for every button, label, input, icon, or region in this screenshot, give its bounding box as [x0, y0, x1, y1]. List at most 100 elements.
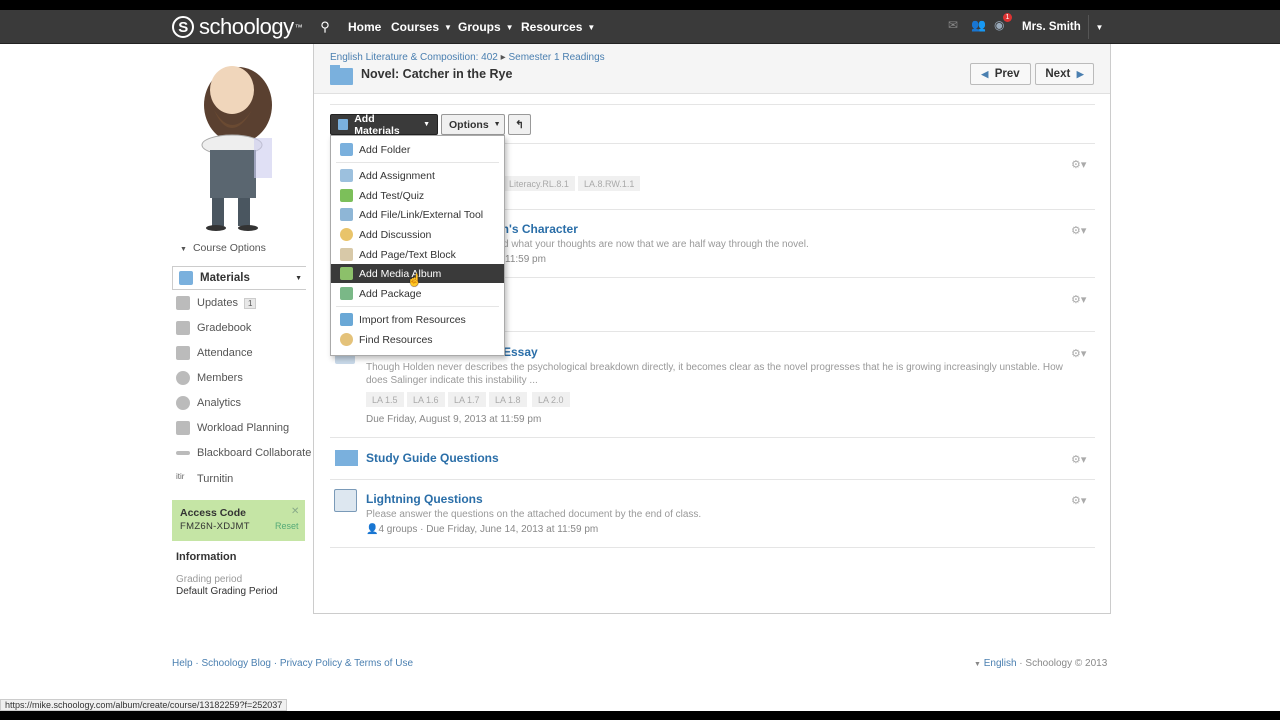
- next-label: Next: [1045, 68, 1071, 80]
- nav-courses[interactable]: Courses ▼: [391, 10, 452, 44]
- sidebar-item-materials[interactable]: Materials ▼: [172, 266, 306, 290]
- attendance-icon: [176, 346, 190, 360]
- sidebar-item-label: Attendance: [197, 347, 253, 359]
- sidebar-item-workload-planning[interactable]: Workload Planning: [176, 420, 311, 436]
- menu-item-add-discussion[interactable]: Add Discussion: [331, 225, 504, 244]
- standard-tag: LA 2.0: [532, 392, 570, 407]
- file-link-icon: [340, 208, 353, 221]
- workload-planning-icon: [176, 421, 190, 435]
- breadcrumb-folder-link[interactable]: Semester 1 Readings: [508, 52, 604, 63]
- search-icon[interactable]: ⚲: [313, 10, 337, 44]
- arrow-left-icon: ◀: [981, 68, 989, 79]
- sidebar-item-turnitin[interactable]: itir Turnitin: [176, 471, 311, 487]
- menu-item-label: Add Assignment: [359, 169, 435, 182]
- item-title[interactable]: Lightning Questions: [366, 492, 483, 506]
- menu-item-add-file-link[interactable]: Add File/Link/External Tool: [331, 205, 504, 224]
- item-due-date: · Due Friday, June 14, 2013 at 11:59 pm: [417, 524, 599, 535]
- notification-badge: 1: [1003, 13, 1012, 22]
- discussion-icon: [340, 228, 353, 241]
- logo-text: schoology: [199, 14, 294, 39]
- language-selector[interactable]: English: [984, 658, 1017, 669]
- groups-icon: 👤: [366, 524, 379, 535]
- arrow-right-icon: ▶: [1076, 68, 1084, 79]
- item-title[interactable]: en's Character: [495, 222, 578, 236]
- breadcrumb-course-link[interactable]: English Literature & Composition: 402: [330, 52, 498, 63]
- folder-icon: [330, 65, 353, 85]
- divider: [330, 437, 1095, 438]
- user-menu-chevron-icon[interactable]: ▼: [1088, 15, 1110, 39]
- gear-icon[interactable]: ⚙▾: [1071, 293, 1086, 306]
- messages-icon[interactable]: ✉: [948, 18, 958, 32]
- access-code-title: Access Code: [180, 507, 246, 519]
- sidebar-item-label: Analytics: [197, 397, 242, 409]
- standard-tag: LA 1.8: [489, 392, 527, 407]
- sidebar-item-updates[interactable]: Updates 1: [176, 295, 311, 311]
- chevron-down-icon: ▼: [423, 121, 430, 128]
- information-title: Information: [176, 551, 237, 563]
- next-button[interactable]: Next ▶: [1035, 63, 1094, 85]
- menu-item-add-page[interactable]: Add Page/Text Block: [331, 245, 504, 264]
- menu-item-import-from-resources[interactable]: Import from Resources: [331, 310, 504, 329]
- menu-item-label: Add File/Link/External Tool: [359, 208, 484, 221]
- sidebar-item-gradebook[interactable]: Gradebook: [176, 320, 311, 336]
- menu-item-add-test-quiz[interactable]: Add Test/Quiz: [331, 186, 504, 205]
- access-code-reset-link[interactable]: Reset: [275, 521, 299, 531]
- nav-groups[interactable]: Groups ▼: [458, 10, 514, 44]
- footer-links[interactable]: Help · Schoology Blog · Privacy Policy &…: [172, 658, 413, 669]
- chevron-down-icon: ▼: [974, 661, 981, 668]
- item-title[interactable]: Essay: [503, 345, 538, 359]
- chevron-down-icon: ▼: [587, 22, 596, 32]
- menu-item-add-assignment[interactable]: Add Assignment: [331, 166, 504, 185]
- user-name[interactable]: Mrs. Smith: [1022, 10, 1081, 44]
- gear-icon[interactable]: ⚙▾: [1071, 224, 1086, 237]
- menu-item-add-folder[interactable]: Add Folder: [331, 140, 504, 159]
- close-icon[interactable]: ✕: [291, 506, 299, 517]
- sidebar-item-label: Members: [197, 372, 243, 384]
- add-materials-icon: [338, 119, 349, 130]
- menu-item-find-resources[interactable]: Find Resources: [331, 330, 504, 349]
- options-button[interactable]: Options ▼: [441, 114, 505, 135]
- item-description: Though Holden never describes the psycho…: [366, 362, 1063, 386]
- sidebar-item-attendance[interactable]: Attendance: [176, 345, 311, 361]
- options-label: Options: [449, 118, 489, 131]
- course-options-toggle[interactable]: ▼ Course Options: [180, 242, 266, 254]
- hand-cursor-icon: ☝: [407, 273, 422, 287]
- sidebar-item-members[interactable]: Members: [176, 370, 311, 386]
- breadcrumb: English Literature & Composition: 402 ▸ …: [330, 52, 605, 63]
- item-due-date: 11:59 pm: [505, 254, 546, 265]
- sidebar-item-label: Turnitin: [197, 473, 234, 485]
- test-quiz-icon: [340, 189, 353, 202]
- turnitin-icon: itir: [176, 472, 185, 481]
- materials-icon: [179, 271, 193, 285]
- menu-item-label: Add Test/Quiz: [359, 189, 425, 202]
- chevron-down-icon: ▼: [180, 246, 187, 253]
- folder-icon: [340, 143, 353, 156]
- standard-tag: LA 1.6: [407, 392, 445, 407]
- nav-resources[interactable]: Resources ▼: [521, 10, 595, 44]
- prev-button[interactable]: ◀ Prev: [970, 63, 1031, 85]
- gear-icon[interactable]: ⚙▾: [1071, 494, 1086, 507]
- connections-icon[interactable]: 👥: [971, 18, 986, 32]
- gear-icon[interactable]: ⚙▾: [1071, 158, 1086, 171]
- chevron-down-icon: ▼: [295, 274, 302, 282]
- assignment-icon: [340, 169, 353, 182]
- standard-tag: LA 1.5: [366, 392, 404, 407]
- sidebar-item-analytics[interactable]: Analytics: [176, 395, 311, 411]
- add-materials-button[interactable]: Add Materials ▼: [330, 113, 438, 137]
- undo-button[interactable]: ↰: [508, 114, 531, 135]
- nav-home[interactable]: Home: [348, 10, 381, 44]
- item-groups[interactable]: 4 groups: [378, 524, 417, 535]
- updates-count-badge: 1: [243, 297, 257, 309]
- gear-icon[interactable]: ⚙▾: [1071, 347, 1086, 360]
- divider: [330, 104, 1095, 105]
- menu-item-label: Add Page/Text Block: [359, 248, 456, 261]
- sidebar-item-blackboard-collaborate[interactable]: Blackboard Collaborate: [176, 445, 311, 461]
- schoology-logo[interactable]: Sschoology ™: [172, 14, 303, 39]
- media-album-icon: [340, 267, 353, 280]
- gear-icon[interactable]: ⚙▾: [1071, 453, 1086, 466]
- item-title[interactable]: Study Guide Questions: [366, 451, 499, 465]
- undo-arrow-icon: ↰: [515, 118, 524, 131]
- standard-tag: LA.8.RW.1.1: [578, 176, 641, 191]
- menu-item-label: Add Media Album: [359, 267, 442, 280]
- logo-icon: S: [172, 16, 194, 38]
